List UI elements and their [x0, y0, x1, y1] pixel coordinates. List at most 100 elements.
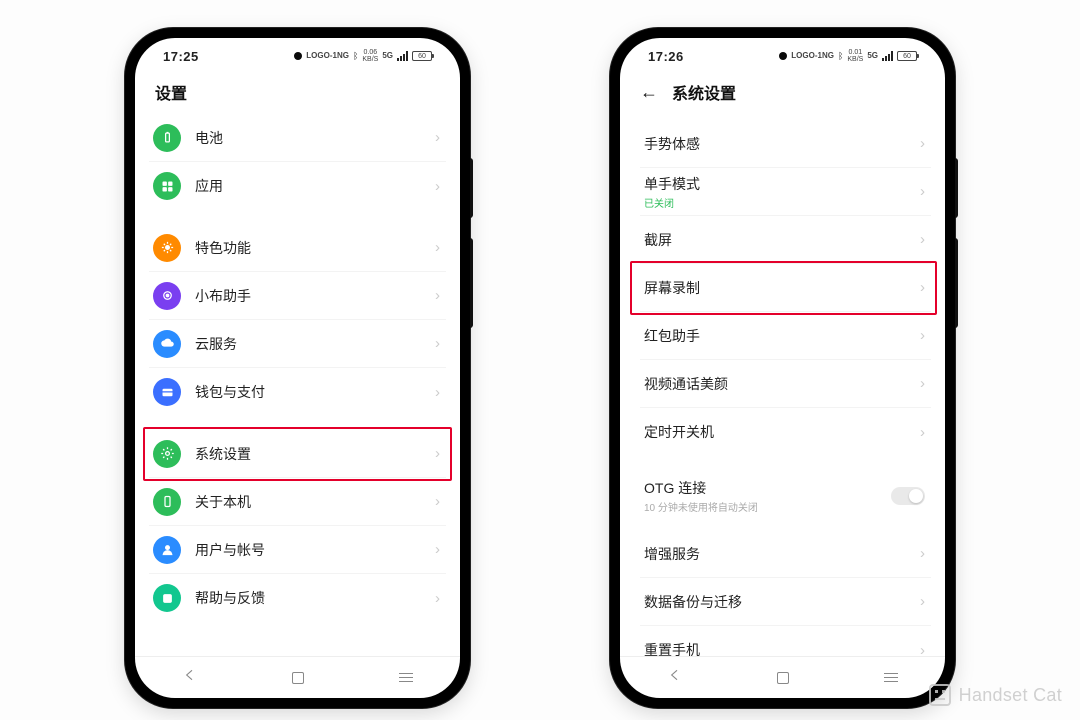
row-features[interactable]: 特色功能 ›: [149, 224, 446, 272]
nav-recent-icon[interactable]: [884, 673, 898, 683]
nav-home-icon[interactable]: [292, 672, 304, 684]
wallet-icon: [153, 378, 181, 406]
watermark-logo-icon: [929, 684, 951, 706]
status-speed: 0.01KB/S: [847, 49, 863, 63]
chevron-right-icon: ›: [435, 239, 440, 256]
row-label: 红包助手: [644, 326, 920, 346]
nav-recent-icon[interactable]: [399, 673, 413, 683]
row-battery[interactable]: 电池 ›: [149, 114, 446, 162]
row-label: 特色功能: [195, 238, 435, 258]
system-settings-list[interactable]: 手势体感 › 单手模式 已关闭 › 截屏 › 屏幕录制: [620, 114, 945, 656]
status-bar: 17:25 LOGO-1NG ᛒ 0.06KB/S 5G 60: [135, 38, 460, 74]
chevron-right-icon: ›: [920, 183, 925, 200]
screen-left: 17:25 LOGO-1NG ᛒ 0.06KB/S 5G 60 设置 电池 ›: [135, 38, 460, 698]
otg-toggle[interactable]: [891, 487, 925, 505]
settings-list[interactable]: 电池 › 应用 › 特色功能 › 小布助手 ›: [135, 114, 460, 656]
row-label: 增强服务: [644, 544, 920, 564]
status-bar: 17:26 LOGO-1NG ᛒ 0.01KB/S 5G 60: [620, 38, 945, 74]
row-videocall-beauty[interactable]: 视频通话美颜 ›: [640, 360, 931, 408]
row-label: 定时开关机: [644, 422, 920, 442]
bluetooth-icon: ᛒ: [838, 51, 843, 61]
row-enhanced-services[interactable]: 增强服务 ›: [640, 530, 931, 578]
row-cloud[interactable]: 云服务 ›: [149, 320, 446, 368]
bluetooth-icon: ᛒ: [353, 51, 358, 61]
row-hint: 10 分钟未使用将自动关闭: [644, 499, 891, 514]
star-icon: [153, 234, 181, 262]
status-carrier: LOGO-1NG: [791, 52, 834, 60]
nav-home-icon[interactable]: [777, 672, 789, 684]
status-time: 17:26: [648, 49, 684, 64]
assistant-icon: [153, 282, 181, 310]
battery-circle-icon: [153, 124, 181, 152]
row-system-settings[interactable]: 系统设置 ›: [149, 430, 446, 478]
signal-icon: [397, 51, 408, 61]
row-screen-record[interactable]: 屏幕录制 ›: [640, 264, 931, 312]
chevron-right-icon: ›: [435, 384, 440, 401]
chevron-right-icon: ›: [920, 375, 925, 392]
row-apps[interactable]: 应用 ›: [149, 162, 446, 210]
chevron-right-icon: ›: [920, 545, 925, 562]
chevron-right-icon: ›: [435, 287, 440, 304]
chevron-right-icon: ›: [920, 424, 925, 441]
row-scheduled-power[interactable]: 定时开关机 ›: [640, 408, 931, 456]
row-label: OTG 连接: [644, 478, 891, 498]
nav-back-icon[interactable]: [667, 667, 683, 688]
status-time: 17:25: [163, 49, 199, 64]
chevron-right-icon: ›: [435, 541, 440, 558]
row-about[interactable]: 关于本机 ›: [149, 478, 446, 526]
row-label: 用户与帐号: [195, 540, 435, 560]
row-wallet[interactable]: 钱包与支付 ›: [149, 368, 446, 416]
row-label: 数据备份与迁移: [644, 592, 920, 612]
row-screenshot[interactable]: 截屏 ›: [640, 216, 931, 264]
watermark: Handset Cat: [929, 684, 1062, 706]
chevron-right-icon: ›: [920, 279, 925, 296]
chevron-right-icon: ›: [435, 178, 440, 195]
battery-icon: 60: [897, 51, 917, 61]
row-label: 视频通话美颜: [644, 374, 920, 394]
status-carrier: LOGO-1NG: [306, 52, 349, 60]
page-header: ← 系统设置: [620, 74, 945, 114]
android-navbar: [620, 656, 945, 698]
chevron-right-icon: ›: [435, 590, 440, 607]
user-icon: [153, 536, 181, 564]
row-status: 已关闭: [644, 195, 920, 210]
phone-icon: [153, 488, 181, 516]
chevron-right-icon: ›: [435, 335, 440, 352]
row-help[interactable]: 帮助与反馈 ›: [149, 574, 446, 622]
row-otg[interactable]: OTG 连接 10 分钟未使用将自动关闭: [640, 470, 931, 522]
chevron-right-icon: ›: [435, 493, 440, 510]
row-label: 手势体感: [644, 134, 920, 154]
chevron-right-icon: ›: [920, 593, 925, 610]
android-navbar: [135, 656, 460, 698]
status-network-type: 5G: [867, 52, 878, 60]
row-gestures[interactable]: 手势体感 ›: [640, 120, 931, 168]
row-redpacket[interactable]: 红包助手 ›: [640, 312, 931, 360]
row-label: 应用: [195, 176, 435, 196]
chevron-right-icon: ›: [920, 642, 925, 657]
chevron-right-icon: ›: [920, 135, 925, 152]
nav-back-icon[interactable]: [182, 667, 198, 688]
row-label: 系统设置: [195, 444, 435, 464]
chevron-right-icon: ›: [920, 327, 925, 344]
status-speed: 0.06KB/S: [362, 49, 378, 63]
chevron-right-icon: ›: [920, 231, 925, 248]
status-network-type: 5G: [382, 52, 393, 60]
help-icon: [153, 584, 181, 612]
row-onehand[interactable]: 单手模式 已关闭 ›: [640, 168, 931, 216]
row-backup-migrate[interactable]: 数据备份与迁移 ›: [640, 578, 931, 626]
row-label: 截屏: [644, 230, 920, 250]
signal-icon: [882, 51, 893, 61]
cloud-icon: [153, 330, 181, 358]
row-reset-phone[interactable]: 重置手机 ›: [640, 626, 931, 656]
row-label: 重置手机: [644, 640, 920, 656]
gear-icon: [153, 440, 181, 468]
phone-left: 17:25 LOGO-1NG ᛒ 0.06KB/S 5G 60 设置 电池 ›: [125, 28, 470, 708]
page-title: 设置: [135, 74, 460, 114]
page-title: 系统设置: [672, 80, 736, 104]
row-label: 云服务: [195, 334, 435, 354]
row-account[interactable]: 用户与帐号 ›: [149, 526, 446, 574]
row-label: 钱包与支付: [195, 382, 435, 402]
row-assistant[interactable]: 小布助手 ›: [149, 272, 446, 320]
back-icon[interactable]: ←: [640, 83, 658, 101]
chevron-right-icon: ›: [435, 445, 440, 462]
